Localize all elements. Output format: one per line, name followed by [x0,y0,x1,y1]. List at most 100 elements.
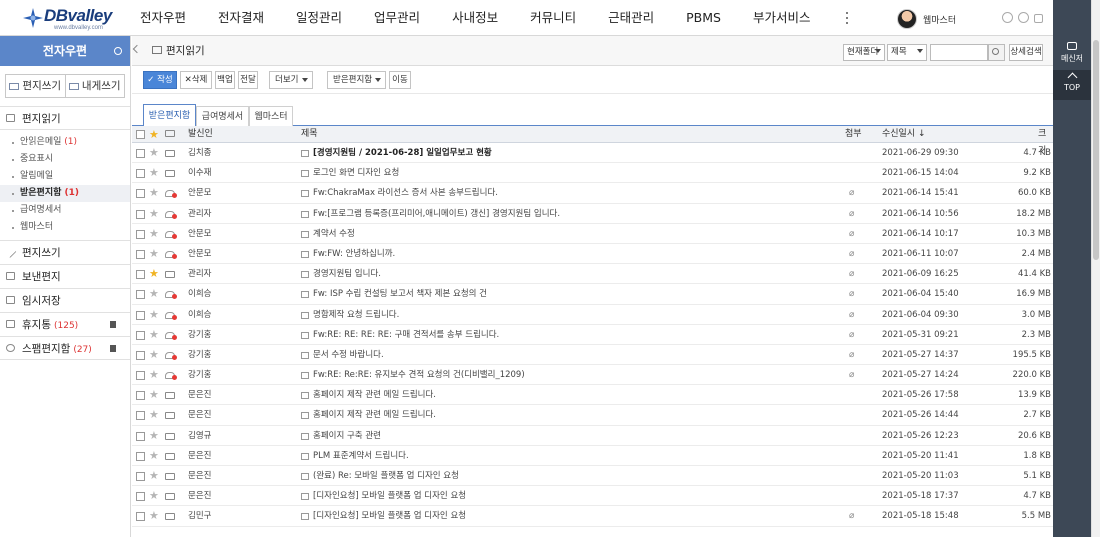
star-icon[interactable]: ★ [149,466,159,486]
row-checkbox[interactable] [136,391,145,401]
star-icon[interactable]: ★ [149,183,159,203]
table-row[interactable]: ★ 문은진 PLM 표준계약서 드립니다. 2021-05-20 11:41 1.8 K… [132,446,1053,466]
row-sender[interactable]: 김민구 [188,506,211,526]
table-row[interactable]: ★ 김영규 홈페이지 구축 관련 2021-05-26 12:23 20.6 KB [132,426,1053,446]
row-subject[interactable]: 문서 수정 바랍니다. [313,345,384,365]
table-row[interactable]: ★ 문은진 [디자인요청] 모바일 플랫폼 업 디자인 요청 2021-05-18 1… [132,486,1053,507]
row-sender[interactable]: 관리자 [188,264,211,284]
star-icon[interactable]: ★ [149,204,159,224]
col-date[interactable]: 수신일시 ↓ [882,126,926,143]
star-icon[interactable]: ★ [149,325,159,345]
star-icon[interactable]: ★ [149,426,159,446]
row-sender[interactable]: 강기홍 [188,365,211,385]
star-icon[interactable]: ★ [149,385,159,405]
scroll-top-button[interactable]: TOP [1053,70,1091,100]
col-attach[interactable]: 첨부 [845,126,862,143]
row-subject[interactable]: 홈페이지 제작 관련 메일 드립니다. [313,405,436,425]
row-subject[interactable]: Fw:[프로그램 등록증(프리미어,애니메이트) 갱신] 경영지원팀 입니다. [313,204,560,224]
row-subject[interactable]: (완료) Re: 모바일 플랫폼 업 디자인 요청 [313,466,459,486]
nav-task[interactable]: 업무관리 [374,0,420,36]
nav-community[interactable]: 커뮤니티 [530,0,576,36]
nav-attendance[interactable]: 근태관리 [608,0,654,36]
row-subject[interactable]: 계약서 수정 [313,224,355,244]
table-row[interactable]: ★ 안문모 Fw:ChakraMax 라이선스 증서 사본 송부드립니다. ⌀ 2021… [132,183,1053,204]
row-checkbox[interactable] [136,229,145,239]
row-checkbox[interactable] [136,209,145,219]
row-subject[interactable]: Fw:ChakraMax 라이선스 증서 사본 송부드립니다. [313,183,498,203]
table-row[interactable]: ★ 문은진 (완료) Re: 모바일 플랫폼 업 디자인 요청 2021-05-20 … [132,466,1053,487]
star-icon[interactable]: ★ [149,345,159,365]
table-row[interactable]: ★ 문은진 홈페이지 제작 관련 메일 드립니다. 2021-05-26 14:44 2… [132,405,1053,426]
row-checkbox[interactable] [136,451,145,461]
search-input[interactable] [930,44,988,61]
attachment-icon[interactable]: ⌀ [849,264,854,284]
star-icon[interactable]: ★ [149,284,159,304]
folder-inbox[interactable]: 받은편지함 (1) [0,185,130,202]
row-sender[interactable]: 관리자 [188,204,211,224]
row-sender[interactable]: 문은진 [188,405,211,425]
row-subject[interactable]: Fw:RE: RE: RE: RE: 구매 견적서를 송부 드립니다. [313,325,499,345]
table-row[interactable]: ★ 김민구 [디자인요청] 모바일 플랫폼 업 디자인 요청 ⌀ 2021-05-18 … [132,506,1053,527]
attachment-icon[interactable]: ⌀ [849,244,854,264]
row-sender[interactable]: 김치종 [188,143,211,163]
table-row[interactable]: ★ 김치종 [경영지원팀 / 2021-06-28] 일일업무보고 현황 2021-0… [132,143,1053,164]
row-sender[interactable]: 강기홍 [188,325,211,345]
table-row[interactable]: ★ 문은진 홈페이지 제작 관련 메일 드립니다. 2021-05-26 17:58 1… [132,385,1053,406]
table-row[interactable]: ★ 안문모 Fw:FW: 안녕하십니까. ⌀ 2021-06-11 10:07 2.4 M… [132,244,1053,265]
star-icon[interactable]: ★ [149,244,159,264]
attachment-icon[interactable]: ⌀ [849,305,854,325]
row-subject[interactable]: [디자인요청] 모바일 플랫폼 업 디자인 요청 [313,486,466,506]
sidebar-write[interactable]: 편지쓰기 [0,240,130,264]
row-subject[interactable]: Fw:FW: 안녕하십니까. [313,244,395,264]
page-scrollbar[interactable] [1091,0,1100,537]
sidebar-sent[interactable]: 보낸편지 [0,264,130,288]
settings-icon[interactable] [1018,12,1029,23]
advanced-search-button[interactable]: 상세검색 [1009,44,1043,61]
help-icon[interactable] [1002,12,1013,23]
row-checkbox[interactable] [136,149,145,158]
row-sender[interactable]: 문은진 [188,486,211,506]
sidebar-trash[interactable]: 휴지통 (125) [0,312,130,336]
forward-button[interactable]: 전달 [238,71,258,89]
nav-extras[interactable]: 부가서비스 [753,0,811,36]
row-subject[interactable]: Fw:RE: Re:RE: 유지보수 견적 요청의 건(디비밸리_1209) [313,365,525,385]
row-checkbox[interactable] [136,371,145,381]
row-checkbox[interactable] [136,290,145,300]
row-checkbox[interactable] [136,270,145,280]
row-subject[interactable]: [디자인요청] 모바일 플랫폼 업 디자인 요청 [313,506,466,526]
select-all-checkbox[interactable] [136,130,145,139]
star-icon[interactable]: ★ [149,446,159,466]
user-profile[interactable]: 웹마스터 [897,8,956,30]
search-field-select[interactable]: 제목 [887,44,927,61]
row-sender[interactable]: 안문모 [188,183,211,203]
row-checkbox[interactable] [136,169,145,179]
row-sender[interactable]: 문은진 [188,385,211,405]
attachment-icon[interactable]: ⌀ [849,345,854,365]
table-row[interactable]: ★ 강기홍 Fw:RE: Re:RE: 유지보수 견적 요청의 건(디비밸리_120… [132,365,1053,386]
backup-button[interactable]: 백업 [215,71,235,89]
collapse-sidebar-icon[interactable] [132,44,142,54]
attachment-icon[interactable]: ⌀ [849,204,854,224]
nav-company-info[interactable]: 사내정보 [452,0,498,36]
attachment-icon[interactable]: ⌀ [849,365,854,385]
nav-schedule[interactable]: 일정관리 [296,0,342,36]
table-row[interactable]: ★ 강기홍 문서 수정 바랍니다. ⌀ 2021-05-27 14:37 195.5 KB [132,345,1053,366]
search-button[interactable] [988,44,1005,61]
lock-icon[interactable] [1034,14,1043,23]
row-sender[interactable]: 이수재 [188,163,211,183]
row-sender[interactable]: 강기홍 [188,345,211,365]
row-checkbox[interactable] [136,472,145,481]
sidebar-read-section[interactable]: 편지읽기 [0,106,130,130]
row-subject[interactable]: [경영지원팀 / 2021-06-28] 일일업무보고 현황 [313,143,492,163]
star-icon[interactable]: ★ [149,405,159,425]
col-subject[interactable]: 제목 [301,126,318,143]
row-subject[interactable]: 명함제작 요청 드립니다. [313,305,399,325]
folder-unread[interactable]: 안읽은메일 (1) [0,134,130,151]
more-menu-icon[interactable] [842,0,852,36]
row-sender[interactable]: 안문모 [188,244,211,264]
compose-button[interactable]: ✓ 작성 [143,71,177,89]
row-checkbox[interactable] [136,411,145,421]
dbvalley-logo[interactable]: DBvalley www.dbvalley.com [22,6,122,32]
tab-inbox[interactable]: 받은편지함 [143,104,196,127]
attachment-icon[interactable]: ⌀ [849,224,854,244]
